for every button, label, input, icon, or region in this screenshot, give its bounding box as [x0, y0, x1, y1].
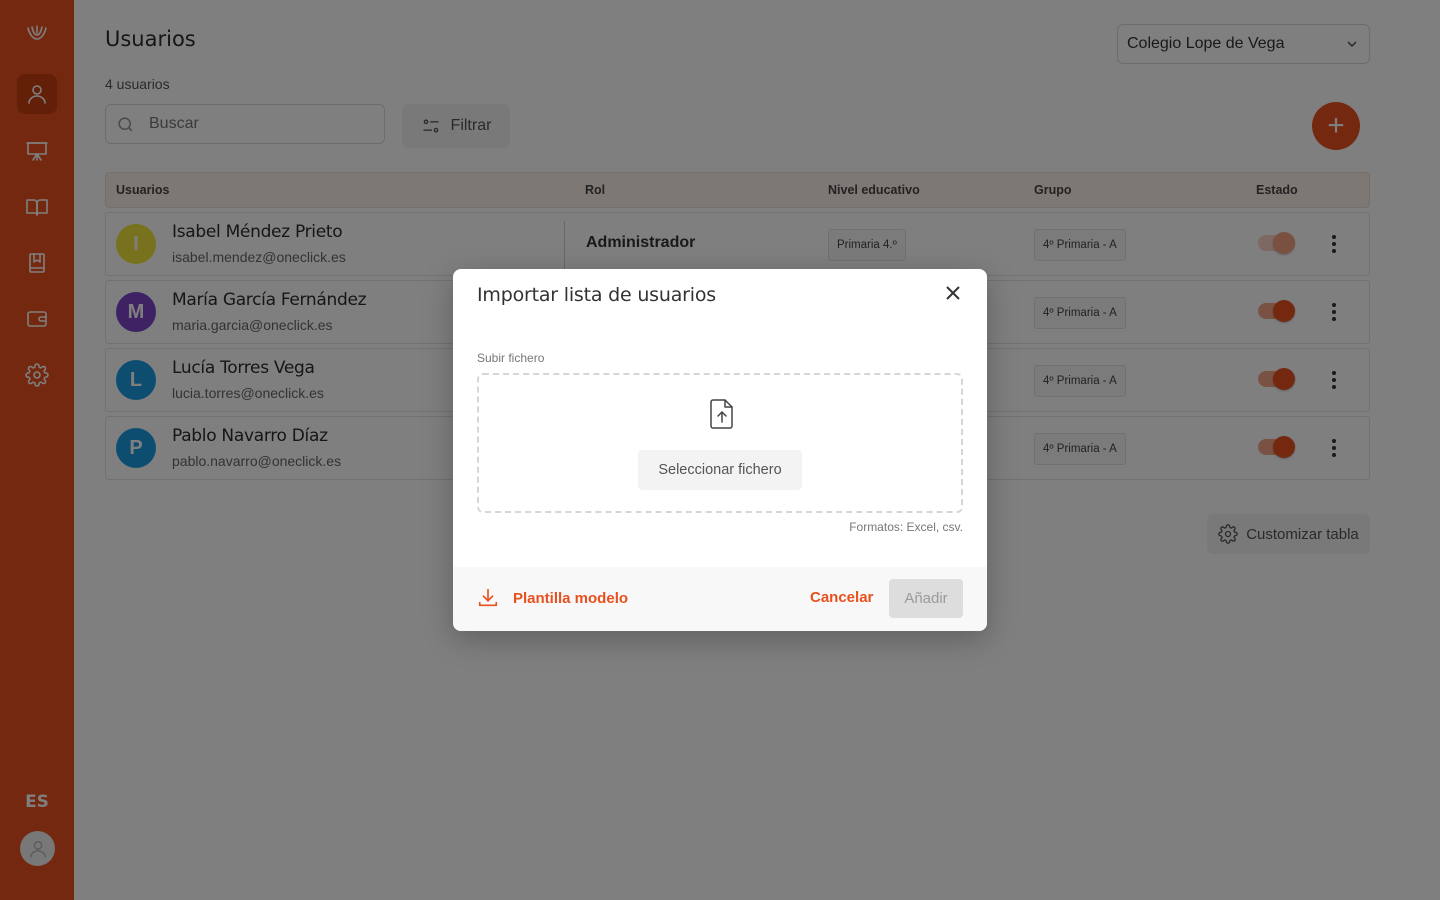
upload-label: Subir fichero [477, 351, 545, 365]
modal-footer: Plantilla modelo Cancelar Añadir [453, 567, 987, 631]
modal-title: Importar lista de usuarios [477, 284, 716, 306]
file-dropzone[interactable]: Seleccionar fichero [477, 373, 963, 513]
template-label: Plantilla modelo [513, 589, 629, 607]
cancel-button[interactable]: Cancelar [810, 589, 873, 606]
close-icon[interactable] [941, 281, 965, 305]
import-users-modal: Importar lista de usuarios Subir fichero… [453, 269, 987, 631]
select-file-button[interactable]: Seleccionar fichero [638, 450, 802, 490]
formats-hint: Formatos: Excel, csv. [849, 520, 963, 534]
download-icon [478, 588, 498, 607]
add-button[interactable]: Añadir [889, 579, 963, 618]
file-upload-icon [707, 398, 737, 430]
download-template-link[interactable]: Plantilla modelo [477, 587, 628, 609]
